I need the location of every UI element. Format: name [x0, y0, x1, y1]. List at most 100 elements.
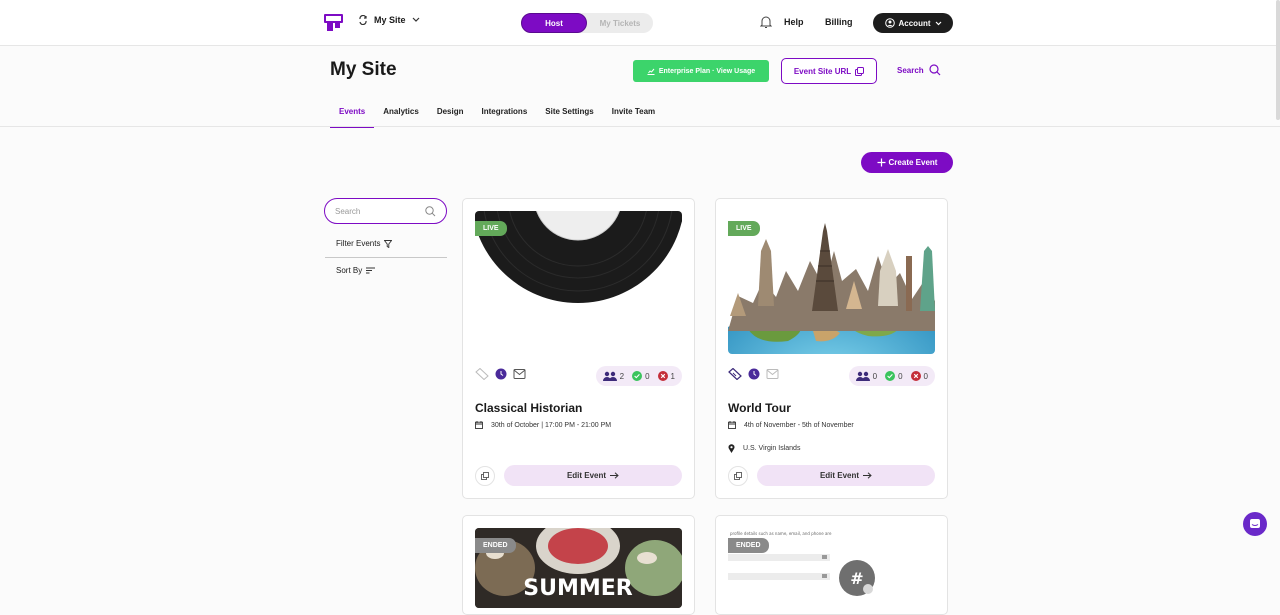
search-button[interactable]: Search — [897, 64, 941, 76]
search-icon — [425, 205, 436, 216]
event-date: 4th of November - 5th of November — [728, 421, 854, 429]
approved-count: 0 — [898, 371, 903, 381]
hash-image-text: # — [850, 569, 863, 588]
event-search-input[interactable]: Search — [324, 198, 447, 224]
edit-event-button[interactable]: Edit Event — [504, 465, 682, 486]
mail-icon — [766, 369, 779, 379]
page-title: My Site — [330, 59, 397, 80]
user-icon — [884, 18, 895, 28]
chevron-down-icon — [935, 21, 941, 25]
edit-event-button[interactable]: Edit Event — [757, 465, 935, 486]
status-badge: LIVE — [728, 221, 760, 236]
billing-link[interactable]: Billing — [825, 17, 853, 27]
edit-event-label: Edit Event — [566, 471, 607, 480]
event-card[interactable]: SUMMER ENDED — [462, 515, 695, 615]
host-tickets-toggle: Host My Tickets — [521, 13, 653, 33]
event-location-text: U.S. Virgin Islands — [743, 445, 801, 452]
event-title[interactable]: World Tour — [728, 401, 791, 415]
site-switcher[interactable]: My Site — [358, 15, 420, 25]
event-date-text: 4th of November - 5th of November — [744, 421, 854, 429]
filter-icon — [384, 239, 393, 248]
duplicate-event-button[interactable] — [475, 466, 495, 486]
x-circle-icon — [657, 371, 668, 381]
switch-icon — [359, 15, 367, 25]
status-badge: ENDED — [475, 538, 516, 553]
calendar-icon — [475, 421, 483, 429]
event-feature-icons — [728, 368, 780, 380]
search-label: Search — [897, 65, 924, 75]
tab-invite-team[interactable]: Invite Team — [603, 103, 664, 128]
summer-image-text: SUMMER — [523, 576, 633, 601]
create-event-label: Create Event — [888, 158, 938, 167]
registered-stat: 2 — [602, 371, 624, 381]
tab-analytics[interactable]: Analytics — [374, 103, 428, 128]
sidebar-divider — [325, 257, 447, 258]
help-link[interactable]: Help — [784, 17, 804, 27]
event-card[interactable]: LIVE 0 0 0 World Tour 4th of November - … — [715, 198, 948, 499]
site-switcher-label: My Site — [374, 15, 406, 25]
arrow-right-icon — [863, 472, 872, 479]
sort-by-button[interactable]: Sort By — [336, 266, 376, 275]
event-site-url-label: Event Site URL — [793, 66, 852, 76]
copy-icon — [481, 472, 489, 480]
declined-stat: 1 — [657, 371, 675, 381]
x-circle-icon — [910, 371, 921, 381]
registered-count: 0 — [872, 371, 878, 381]
enterprise-plan-label: Enterprise Plan · View Usage — [658, 67, 756, 75]
filter-events-button[interactable]: Filter Events — [336, 239, 393, 248]
approved-stat: 0 — [632, 371, 650, 381]
event-card[interactable]: profile details such as name, email, and… — [715, 515, 948, 615]
copy-icon — [734, 472, 742, 480]
event-date-text: 30th of October | 17:00 PM - 21:00 PM — [491, 421, 612, 429]
chart-icon — [647, 68, 655, 75]
chat-icon — [1250, 519, 1260, 528]
calendar-icon — [728, 421, 736, 429]
top-bar: My Site Host My Tickets Help Billing Acc… — [0, 0, 1280, 46]
tab-site-settings[interactable]: Site Settings — [536, 103, 602, 128]
tab-design[interactable]: Design — [428, 103, 473, 128]
page-scrollbar[interactable] — [1276, 0, 1280, 120]
toggle-my-tickets[interactable]: My Tickets — [587, 13, 653, 33]
edit-event-label: Edit Event — [819, 471, 860, 480]
attendance-stats: 2 0 1 — [595, 366, 682, 386]
people-icon — [602, 371, 617, 381]
sort-icon — [366, 267, 376, 274]
declined-count: 1 — [670, 371, 675, 381]
arrow-right-icon — [610, 472, 619, 479]
copy-icon — [855, 66, 865, 76]
tabs-divider — [0, 126, 1280, 127]
map-pin-icon — [728, 444, 735, 453]
form-caption-text: profile details such as name, email, and… — [730, 531, 832, 536]
tab-integrations[interactable]: Integrations — [472, 103, 536, 128]
toggle-host[interactable]: Host — [521, 13, 587, 33]
declined-count: 0 — [923, 371, 928, 381]
duplicate-event-button[interactable] — [728, 466, 748, 486]
account-label: Account — [898, 18, 931, 28]
approved-count: 0 — [645, 371, 650, 381]
event-feature-icons — [475, 368, 527, 380]
event-title[interactable]: Classical Historian — [475, 401, 582, 415]
bell-icon[interactable] — [760, 16, 772, 29]
event-card[interactable]: LIVE 2 0 1 Classical Historian 30th of O… — [462, 198, 695, 499]
clock-icon — [748, 368, 760, 380]
mail-icon — [513, 369, 526, 379]
chevron-down-icon — [412, 17, 419, 22]
status-badge: LIVE — [475, 221, 507, 236]
tab-events[interactable]: Events — [330, 103, 375, 128]
account-menu-button[interactable]: Account — [873, 13, 953, 33]
event-location: U.S. Virgin Islands — [728, 444, 800, 453]
plus-icon — [877, 158, 886, 167]
status-badge: ENDED — [728, 538, 769, 553]
chat-launcher-button[interactable] — [1243, 512, 1267, 536]
search-icon — [929, 64, 941, 76]
registered-stat: 0 — [855, 371, 878, 381]
attendance-stats: 0 0 0 — [848, 366, 935, 386]
enterprise-plan-button[interactable]: Enterprise Plan · View Usage — [633, 60, 769, 82]
event-site-url-button[interactable]: Event Site URL — [781, 58, 877, 84]
create-event-button[interactable]: Create Event — [861, 152, 953, 173]
clock-icon — [495, 368, 507, 380]
check-circle-icon — [885, 371, 896, 381]
filter-events-label: Filter Events — [336, 239, 381, 248]
sort-by-label: Sort By — [336, 266, 363, 275]
app-logo-icon[interactable] — [323, 12, 345, 32]
